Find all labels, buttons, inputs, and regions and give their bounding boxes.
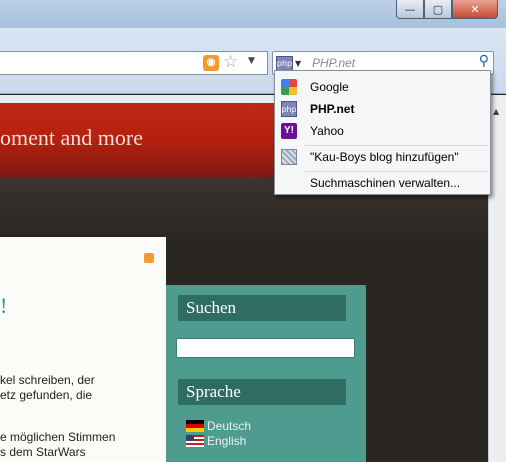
blog-favicon-icon	[281, 149, 297, 165]
post-text-line: e möglichen Stimmen	[0, 430, 116, 444]
engine-option-php[interactable]: php PHP.net	[277, 98, 488, 120]
engine-option-google[interactable]: Google	[277, 76, 488, 98]
search-input[interactable]	[310, 55, 470, 71]
us-flag-icon	[186, 435, 204, 447]
post-content: ! kel schreiben, der etz gefunden, die e…	[0, 237, 166, 462]
post-title[interactable]: !	[0, 293, 7, 319]
engine-label: Yahoo	[310, 124, 344, 138]
yahoo-icon: Y!	[281, 123, 297, 139]
minimize-button[interactable]: —	[396, 0, 424, 19]
add-engine-label: "Kau-Boys blog hinzufügen"	[310, 150, 459, 164]
url-bar[interactable]: ◉ ☆ ▼	[0, 51, 268, 75]
google-icon	[281, 79, 297, 95]
rss-feed-icon[interactable]: ◉	[203, 55, 219, 71]
sidebar: Suchen Sprache Deutsch English	[166, 285, 366, 462]
language-widget-heading: Sprache	[178, 379, 346, 405]
url-history-dropdown-icon[interactable]: ▼	[248, 56, 255, 66]
window-controls: — ▢ ✕	[396, 0, 498, 19]
scroll-up-arrow-icon[interactable]: ▲	[493, 107, 499, 116]
language-link-deutsch[interactable]: Deutsch	[186, 419, 251, 433]
search-icon[interactable]: ⚲	[479, 53, 489, 69]
php-icon: php	[281, 101, 297, 117]
language-label: Deutsch	[207, 419, 252, 433]
german-flag-icon	[186, 420, 204, 432]
engine-option-yahoo[interactable]: Y! Yahoo	[277, 120, 488, 142]
site-title[interactable]: oment and more	[0, 125, 143, 151]
window-titlebar: — ▢ ✕	[0, 0, 506, 28]
sidebar-search-input[interactable]	[176, 338, 355, 358]
bookmark-star-icon[interactable]: ☆	[223, 52, 238, 72]
close-button[interactable]: ✕	[452, 0, 498, 19]
search-widget-heading: Suchen	[178, 295, 346, 321]
post-text-line: etz gefunden, die	[0, 388, 93, 402]
language-label: English	[207, 434, 247, 448]
manage-search-engines-option[interactable]: Suchmaschinen verwalten...	[277, 172, 488, 194]
language-link-english[interactable]: English	[186, 434, 246, 448]
chevron-down-icon: ▼	[295, 59, 302, 68]
post-text-line: s dem StarWars	[0, 445, 86, 459]
manage-label: Suchmaschinen verwalten...	[310, 176, 461, 190]
rss-icon[interactable]	[144, 253, 154, 263]
post-text-line: kel schreiben, der	[0, 373, 95, 387]
maximize-button[interactable]: ▢	[424, 0, 452, 19]
search-engine-dropdown: Google php PHP.net Y! Yahoo "Kau-Boys bl…	[274, 70, 491, 195]
engine-label: PHP.net	[310, 102, 355, 116]
add-search-engine-option[interactable]: "Kau-Boys blog hinzufügen"	[277, 146, 488, 168]
engine-label: Google	[310, 80, 349, 94]
